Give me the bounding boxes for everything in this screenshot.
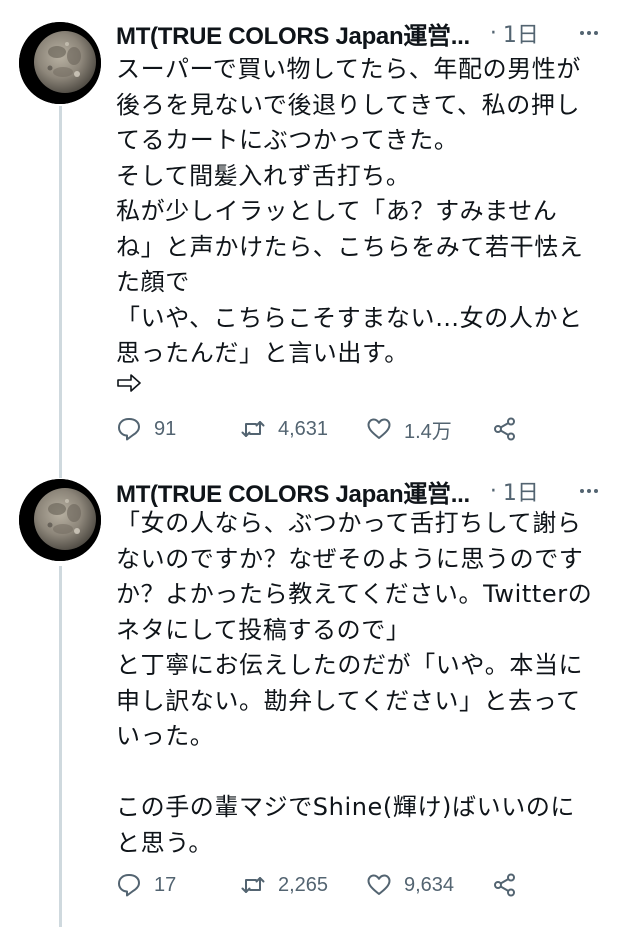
thread-connector-line xyxy=(59,566,62,927)
timestamp[interactable]: 1日 xyxy=(503,17,539,49)
tweet-text-line: 「いや、こちらこそすまない…女の人かと xyxy=(116,303,583,332)
tweet-text-line: 私が少しイラッとして「あ？すみません xyxy=(116,197,558,225)
tweet-text-line: と思う。 xyxy=(116,828,213,857)
more-options-icon xyxy=(580,31,598,35)
tweet-text-line: 「女の人なら、ぶつかって舌打ちして謝ら xyxy=(116,509,582,537)
author-name[interactable]: MT(TRUE COLORS Japan運営... xyxy=(116,16,470,51)
avatar[interactable] xyxy=(19,22,101,104)
tweet-text-line: ね」と声かけたら、こちらをみて若干怯え xyxy=(116,232,584,261)
header-separator: · xyxy=(489,20,497,46)
tweet-text: 「女の人なら、ぶつかって舌打ちして謝ら ないのですか？なぜそのように思うのです … xyxy=(116,506,606,861)
thread-connector-line xyxy=(59,462,62,478)
tweet-text-line: 後ろを見ないで後退りしてきて、私の押し xyxy=(116,90,581,119)
tweet-text-line: てるカートにぶつかってきた。 xyxy=(116,126,459,154)
tweet-text-line: 申し訳ない。勘弁してください」と去って xyxy=(116,686,581,715)
like-button[interactable]: 1.4万 xyxy=(366,409,452,449)
tweet-actions: 17 2,265 9,634 xyxy=(116,865,620,905)
more-options-icon xyxy=(580,489,598,493)
right-arrow-icon xyxy=(117,374,141,392)
tweet-text-line: そして間髪入れず舌打ち。 xyxy=(116,161,411,190)
retweet-button[interactable]: 2,265 xyxy=(240,865,328,905)
reply-button[interactable]: 17 xyxy=(116,865,176,905)
share-icon xyxy=(494,417,515,441)
reply-button[interactable]: 91 xyxy=(116,409,176,449)
moon-avatar-icon xyxy=(19,22,101,104)
thread-connector-line xyxy=(59,106,62,462)
timestamp[interactable]: 1日 xyxy=(503,475,539,507)
header-separator: · xyxy=(489,478,497,504)
retweet-button[interactable]: 4,631 xyxy=(240,409,328,449)
tweet-text-line: と丁寧にお伝えしたのだが「いや。本当に xyxy=(116,651,584,679)
heart-icon xyxy=(367,874,391,895)
tweet[interactable]: MT(TRUE COLORS Japan運営... · 1日 スーパーで買い物し… xyxy=(0,0,620,462)
reply-icon xyxy=(118,874,140,897)
more-options-button[interactable] xyxy=(576,20,602,46)
tweet-header: MT(TRUE COLORS Japan運営... · 1日 xyxy=(116,16,602,50)
tweet-text: スーパーで買い物してたら、年配の男性が 後ろを見ないで後退りしてきて、私の押し … xyxy=(116,52,606,372)
author-name[interactable]: MT(TRUE COLORS Japan運営... xyxy=(116,474,470,509)
moon-avatar-icon xyxy=(19,479,101,561)
reply-icon xyxy=(118,418,140,441)
tweet-text-line: スーパーで買い物してたら、年配の男性が xyxy=(116,55,581,83)
like-count: 9,634 xyxy=(404,873,455,896)
more-options-button[interactable] xyxy=(576,478,602,504)
tweet-text-line: か？よかったら教えてください。Twitterの xyxy=(116,580,593,608)
share-button[interactable] xyxy=(492,409,518,449)
retweet-count: 4,631 xyxy=(278,417,329,440)
like-count: 1.4万 xyxy=(404,420,452,443)
tweet-header: MT(TRUE COLORS Japan運営... · 1日 xyxy=(116,474,602,508)
tweet-text-line: この手の輩マジでShine(輝け)ばいいのに xyxy=(116,793,576,821)
retweet-icon xyxy=(241,421,265,437)
avatar[interactable] xyxy=(19,479,101,561)
tweet-text-line: いった。 xyxy=(116,722,215,750)
tweet-text-line: ないのですか？なぜそのように思うのです xyxy=(116,544,584,573)
reply-count: 17 xyxy=(154,873,177,896)
retweet-icon xyxy=(241,877,265,893)
tweet-text-line: た顔で xyxy=(116,268,190,296)
tweet-actions: 91 4,631 1.4万 xyxy=(116,409,620,449)
like-button[interactable]: 9,634 xyxy=(366,865,454,905)
tweet-text-line: ネタにして投稿するので」 xyxy=(116,615,411,644)
heart-icon xyxy=(367,418,391,439)
tweet[interactable]: MT(TRUE COLORS Japan運営... · 1日 「女の人なら、ぶつ… xyxy=(0,462,620,927)
share-icon xyxy=(494,873,515,897)
reply-count: 91 xyxy=(154,417,177,440)
tweet-text-line: 思ったんだ」と言い出す。 xyxy=(116,339,409,367)
retweet-count: 2,265 xyxy=(278,873,329,896)
share-button[interactable] xyxy=(492,865,518,905)
